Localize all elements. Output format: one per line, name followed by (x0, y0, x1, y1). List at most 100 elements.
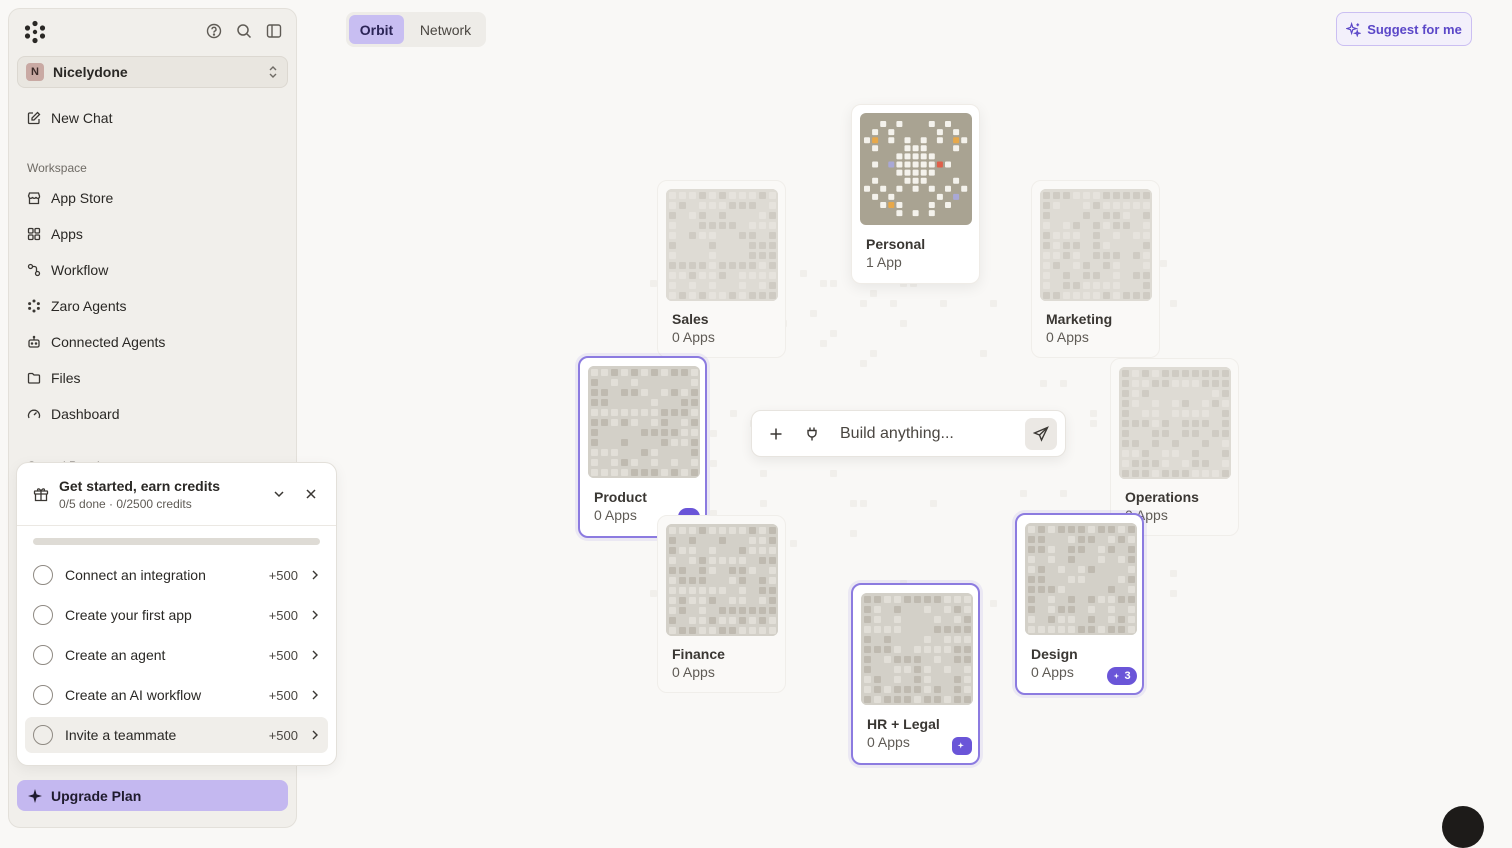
card-app-count: 0 Apps (672, 664, 715, 680)
chevron-right-icon (312, 690, 318, 700)
upgrade-plan-button[interactable]: Upgrade Plan (17, 780, 288, 811)
task-checkbox[interactable] (33, 605, 53, 625)
sparkles-icon (1346, 21, 1362, 37)
card-app-count: 1 App (866, 254, 902, 270)
card-design[interactable]: Design 0 Apps 3 (1015, 513, 1144, 695)
card-thumbnail (1040, 189, 1152, 301)
chevron-right-icon (312, 570, 318, 580)
build-input[interactable] (840, 424, 1020, 443)
folder-icon (27, 372, 41, 384)
task-create-agent[interactable]: Create an agent +500 (25, 637, 328, 673)
tab-orbit[interactable]: Orbit (349, 15, 404, 44)
card-app-count: 0 Apps (672, 329, 715, 345)
close-icon[interactable] (304, 487, 318, 501)
task-label: Connect an integration (65, 567, 206, 583)
card-hr-legal[interactable]: HR + Legal 0 Apps (851, 583, 980, 765)
card-thumbnail (860, 113, 972, 225)
sidebar-item-files[interactable]: Files (27, 368, 81, 388)
sidebar-toggle-icon[interactable] (266, 23, 282, 39)
workspace-switcher[interactable]: N Nicelydone (17, 56, 288, 88)
robot-icon (28, 335, 40, 348)
suggest-for-me-button[interactable]: Suggest for me (1336, 12, 1472, 46)
task-checkbox[interactable] (33, 645, 53, 665)
task-create-first-app[interactable]: Create your first app +500 (25, 597, 328, 633)
card-thumbnail (666, 189, 778, 301)
zaro-logo-icon[interactable] (23, 20, 47, 44)
chevron-right-icon (312, 610, 318, 620)
chevron-right-icon (312, 730, 318, 740)
chevron-right-icon (312, 650, 318, 660)
zaro-agents-icon (28, 299, 40, 313)
workspace-name: Nicelydone (53, 64, 128, 80)
plus-icon[interactable] (768, 426, 784, 442)
task-connect-integration[interactable]: Connect an integration +500 (25, 557, 328, 593)
card-product[interactable]: Product 0 Apps (578, 356, 707, 538)
gift-icon (33, 488, 49, 502)
sidebar-item-connected-agents[interactable]: Connected Agents (27, 332, 165, 352)
sidebar-item-label: Connected Agents (51, 334, 166, 350)
card-thumbnail (861, 593, 973, 705)
compose-icon (27, 111, 41, 125)
onboarding-progress-bar (33, 538, 320, 545)
card-finance[interactable]: Finance 0 Apps (657, 515, 786, 693)
workspace-avatar: N (26, 63, 44, 81)
tab-network[interactable]: Network (408, 15, 483, 44)
task-points: +500 (268, 727, 298, 743)
card-thumbnail (666, 524, 778, 636)
card-sales[interactable]: Sales 0 Apps (657, 180, 786, 358)
card-personal[interactable]: Personal 1 App (851, 104, 980, 284)
plug-icon[interactable] (804, 426, 820, 442)
suggest-label: Suggest for me (1367, 21, 1462, 37)
card-app-count: 0 Apps (1031, 664, 1074, 680)
search-icon[interactable] (236, 23, 252, 39)
chevron-updown-icon (269, 66, 277, 78)
sparkle-icon (28, 788, 42, 803)
card-title: Design (1031, 646, 1078, 662)
view-toggle: Orbit Network (346, 12, 486, 47)
card-operations[interactable]: Operations 0 Apps (1110, 358, 1239, 536)
sidebar-item-workflow[interactable]: Workflow (27, 260, 108, 280)
task-checkbox[interactable] (33, 725, 53, 745)
sidebar-item-label: Zaro Agents (51, 298, 127, 314)
help-icon[interactable] (206, 23, 222, 39)
build-input-bar (751, 410, 1066, 457)
card-thumbnail (1025, 523, 1137, 635)
sidebar-item-label: Apps (51, 226, 83, 242)
sidebar-item-apps[interactable]: Apps (27, 224, 83, 244)
card-app-count: 0 Apps (867, 734, 910, 750)
sidebar-item-label: App Store (51, 190, 114, 206)
sparkles-icon (957, 742, 964, 749)
sidebar-item-label: Workflow (51, 262, 109, 278)
card-app-count: 0 Apps (594, 507, 637, 523)
grid-icon (27, 227, 41, 241)
upgrade-plan-label: Upgrade Plan (51, 787, 142, 804)
sidebar-item-label: Files (51, 370, 81, 386)
card-title: Operations (1125, 489, 1199, 505)
task-label: Invite a teammate (65, 727, 177, 743)
collapse-chevron-icon[interactable] (272, 487, 286, 501)
sidebar-item-dashboard[interactable]: Dashboard (27, 404, 120, 424)
workflow-icon (27, 263, 41, 277)
new-chat-label: New Chat (51, 110, 113, 126)
task-points: +500 (268, 687, 298, 703)
task-checkbox[interactable] (33, 685, 53, 705)
task-create-ai-workflow[interactable]: Create an AI workflow +500 (25, 677, 328, 713)
card-app-count: 0 Apps (1046, 329, 1089, 345)
new-chat-button[interactable]: New Chat (27, 108, 112, 128)
sidebar-item-label: Dashboard (51, 406, 120, 422)
onboarding-subtitle: 0/5 done · 0/2500 credits (59, 497, 192, 511)
card-title: Sales (672, 311, 709, 327)
agent-badge (952, 737, 972, 755)
task-label: Create an agent (65, 647, 166, 663)
send-button[interactable] (1025, 418, 1057, 450)
agent-count-badge: 3 (1107, 667, 1137, 685)
task-checkbox[interactable] (33, 565, 53, 585)
sidebar-item-zaro-agents[interactable]: Zaro Agents (27, 296, 127, 316)
help-chat-bubble[interactable] (1442, 806, 1484, 848)
card-marketing[interactable]: Marketing 0 Apps (1031, 180, 1160, 358)
task-points: +500 (268, 567, 298, 583)
task-invite-teammate[interactable]: Invite a teammate +500 (25, 717, 328, 753)
card-title: Marketing (1046, 311, 1113, 327)
sidebar-item-app-store[interactable]: App Store (27, 188, 113, 208)
onboarding-panel: Get started, earn credits 0/5 done · 0/2… (16, 462, 337, 766)
